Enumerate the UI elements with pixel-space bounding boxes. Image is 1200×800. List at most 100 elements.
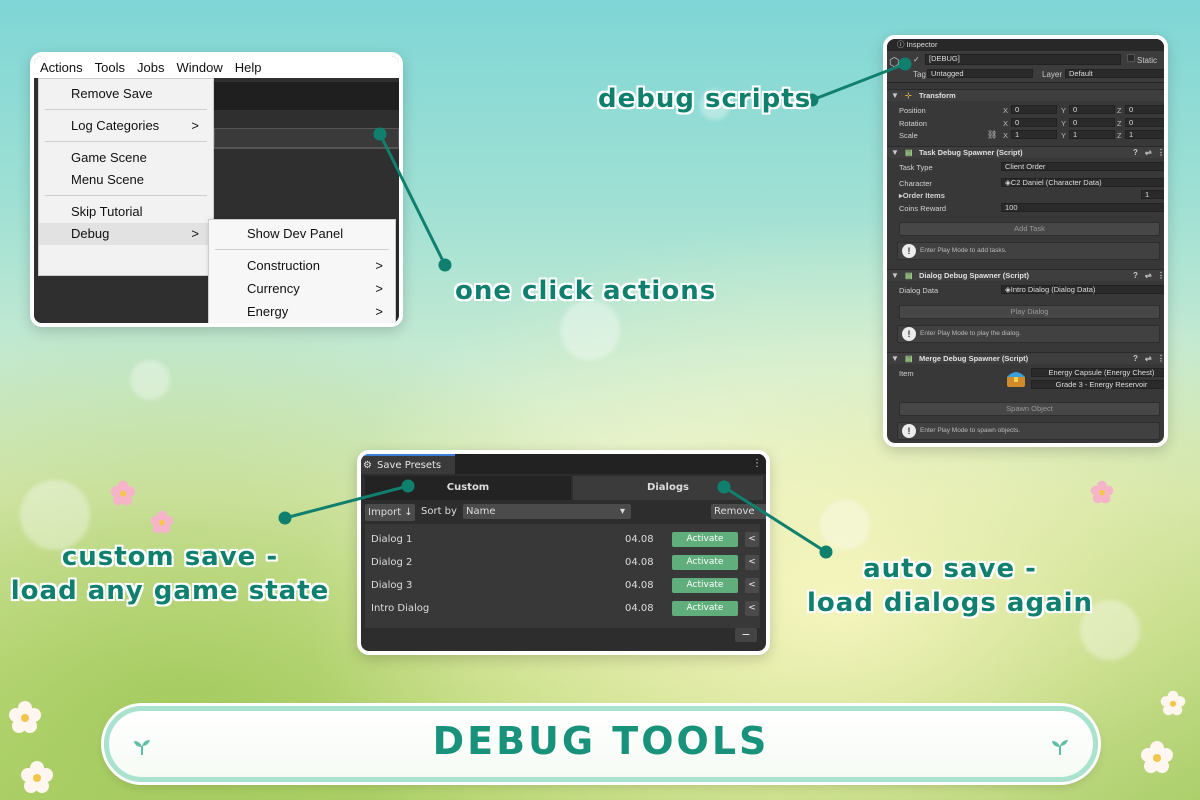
menu-item-show-dev-panel[interactable]: Show Dev Panel [209,223,395,245]
menu-separator [215,249,389,250]
menu-actions[interactable]: Actions [34,60,89,75]
menu-separator [45,195,207,196]
menu-item-construction[interactable]: Construction > [209,255,395,277]
cube-icon: ⬡ [889,55,900,69]
tab-dialogs[interactable]: Dialogs [573,476,763,500]
rotation-y-field[interactable]: 0 [1069,118,1115,127]
caption-auto-save-line1: auto save - [863,554,1037,584]
share-icon[interactable]: < [745,555,759,570]
chevron-right-icon: > [191,118,199,133]
menu-window[interactable]: Window [170,60,228,75]
tag-dropdown[interactable]: Untagged [927,69,1033,78]
kebab-menu-icon[interactable]: ⋮ [752,454,762,474]
position-z-field[interactable]: 0 [1125,105,1164,114]
menu-item-menu-scene[interactable]: Menu Scene [39,169,213,191]
flower-icon [110,480,136,506]
preset-name: Dialog 1 [371,534,413,545]
preset-date: 04.08 [625,580,654,591]
static-checkbox[interactable] [1127,54,1135,62]
activate-button[interactable]: Activate [672,555,738,570]
scale-x-field[interactable]: 1 [1011,130,1057,139]
task-spawner-header[interactable]: ▼ ▤ Task Debug Spawner (Script) ? ⇌ ⋮ [887,146,1164,158]
checkmark-icon[interactable]: ✓ [913,55,920,64]
kebab-menu-icon[interactable]: ⋮ [1157,147,1164,159]
merge-spawner-header[interactable]: ▼ ▤ Merge Debug Spawner (Script) ? ⇌ ⋮ [887,352,1164,364]
script-icon: ▤ [905,271,913,280]
transform-component-header[interactable]: ▼ ⊹ Transform [887,89,1164,101]
scale-y-field[interactable]: 1 [1069,130,1115,139]
flower-icon [21,761,53,793]
help-icon[interactable]: ? [1133,353,1138,365]
help-icon[interactable]: ? [1133,147,1138,159]
axis-x-label: X [1003,131,1009,140]
object-name-field[interactable]: [DEBUG] [925,54,1121,65]
bokeh-light [130,360,170,400]
flower-icon [1141,741,1173,773]
position-y-field[interactable]: 0 [1069,105,1115,114]
share-icon[interactable]: < [745,601,759,616]
spawn-object-button[interactable]: Spawn Object [899,402,1160,416]
menu-jobs[interactable]: Jobs [131,60,170,75]
debug-submenu: Show Dev Panel Construction > Currency > E… [208,219,396,323]
sort-by-dropdown[interactable]: Name ▾ [463,504,631,519]
kebab-menu-icon[interactable]: ⋮ [1157,353,1164,365]
callout-dot [438,258,452,272]
rotation-z-field[interactable]: 0 [1125,118,1164,127]
activate-button[interactable]: Activate [672,578,738,593]
help-icon[interactable]: ? [1133,270,1138,282]
dialog-spawner-title: Dialog Debug Spawner (Script) [919,271,1030,280]
settings-icon[interactable]: ⇌ [1145,270,1152,282]
layer-dropdown[interactable]: Default [1065,69,1164,78]
remove-minus-button[interactable]: − [735,628,757,642]
merge-item-field[interactable]: Energy Capsule (Energy Chest) [1031,368,1164,377]
menu-item-currency[interactable]: Currency > [209,278,395,300]
dialog-data-field[interactable]: ◈Intro Dialog (Dialog Data) [1001,285,1164,294]
settings-icon[interactable]: ⇌ [1145,353,1152,365]
character-field[interactable]: ◈C2 Daniel (Character Data) [1001,178,1164,187]
tab-custom[interactable]: Custom [365,476,571,500]
order-items-count[interactable]: 1 [1141,190,1164,199]
coins-reward-field[interactable]: 100 [1001,203,1164,212]
activate-button[interactable]: Activate [672,601,738,616]
merge-grade-field[interactable]: Grade 3 - Energy Reservoir [1031,380,1164,389]
menu-tools[interactable]: Tools [89,60,131,75]
rotation-x-field[interactable]: 0 [1011,118,1057,127]
menu-item-log-categories[interactable]: Log Categories > [39,115,213,137]
remove-button[interactable]: Remove [711,504,766,519]
bokeh-light [560,300,620,360]
activate-button[interactable]: Activate [672,532,738,547]
import-button[interactable]: Import ↓ [365,504,415,521]
menu-item-skip-tutorial[interactable]: Skip Tutorial [39,201,213,223]
axis-x-label: X [1003,106,1009,115]
table-row: Intro Dialog 04.08 Activate < [365,597,760,620]
link-icon[interactable]: ⛓ [987,130,997,139]
position-x-field[interactable]: 0 [1011,105,1057,114]
add-task-help-text: Enter Play Mode to add tasks. [920,247,1007,254]
dialog-data-value: Intro Dialog (Dialog Data) [1010,285,1096,294]
script-icon: ▤ [905,148,913,157]
flower-icon [9,701,41,733]
inspector-tab[interactable]: ⓘ Inspector [887,39,1164,51]
play-dialog-button[interactable]: Play Dialog [899,305,1160,319]
presets-window-tab[interactable]: ⚙ Save Presets [361,454,455,474]
share-icon[interactable]: < [745,532,759,547]
spawn-object-help-box: ! Enter Play Mode to spawn objects. [897,422,1160,440]
scale-z-field[interactable]: 1 [1125,130,1164,139]
menu-item-debug[interactable]: Debug > [39,223,213,245]
dialog-spawner-header[interactable]: ▼ ▤ Dialog Debug Spawner (Script) ? ⇌ ⋮ [887,269,1164,281]
order-items-foldout[interactable]: ▸Order Items [899,191,945,200]
tag-label: Tag [913,70,926,79]
menu-item-energy[interactable]: Energy > [209,301,395,323]
coins-reward-label: Coins Reward [899,204,947,213]
menu-item-game-scene[interactable]: Game Scene [39,147,213,169]
share-icon[interactable]: < [745,578,759,593]
settings-icon[interactable]: ⇌ [1145,147,1152,159]
position-label: Position [899,106,926,115]
task-type-dropdown[interactable]: Client Order [1001,162,1164,171]
sort-by-label: Sort by [421,506,457,517]
menu-item-remove-save[interactable]: Remove Save [39,83,213,105]
menu-help[interactable]: Help [229,60,268,75]
foldout-icon: ▼ [891,91,899,100]
kebab-menu-icon[interactable]: ⋮ [1157,270,1164,282]
add-task-button[interactable]: Add Task [899,222,1160,236]
